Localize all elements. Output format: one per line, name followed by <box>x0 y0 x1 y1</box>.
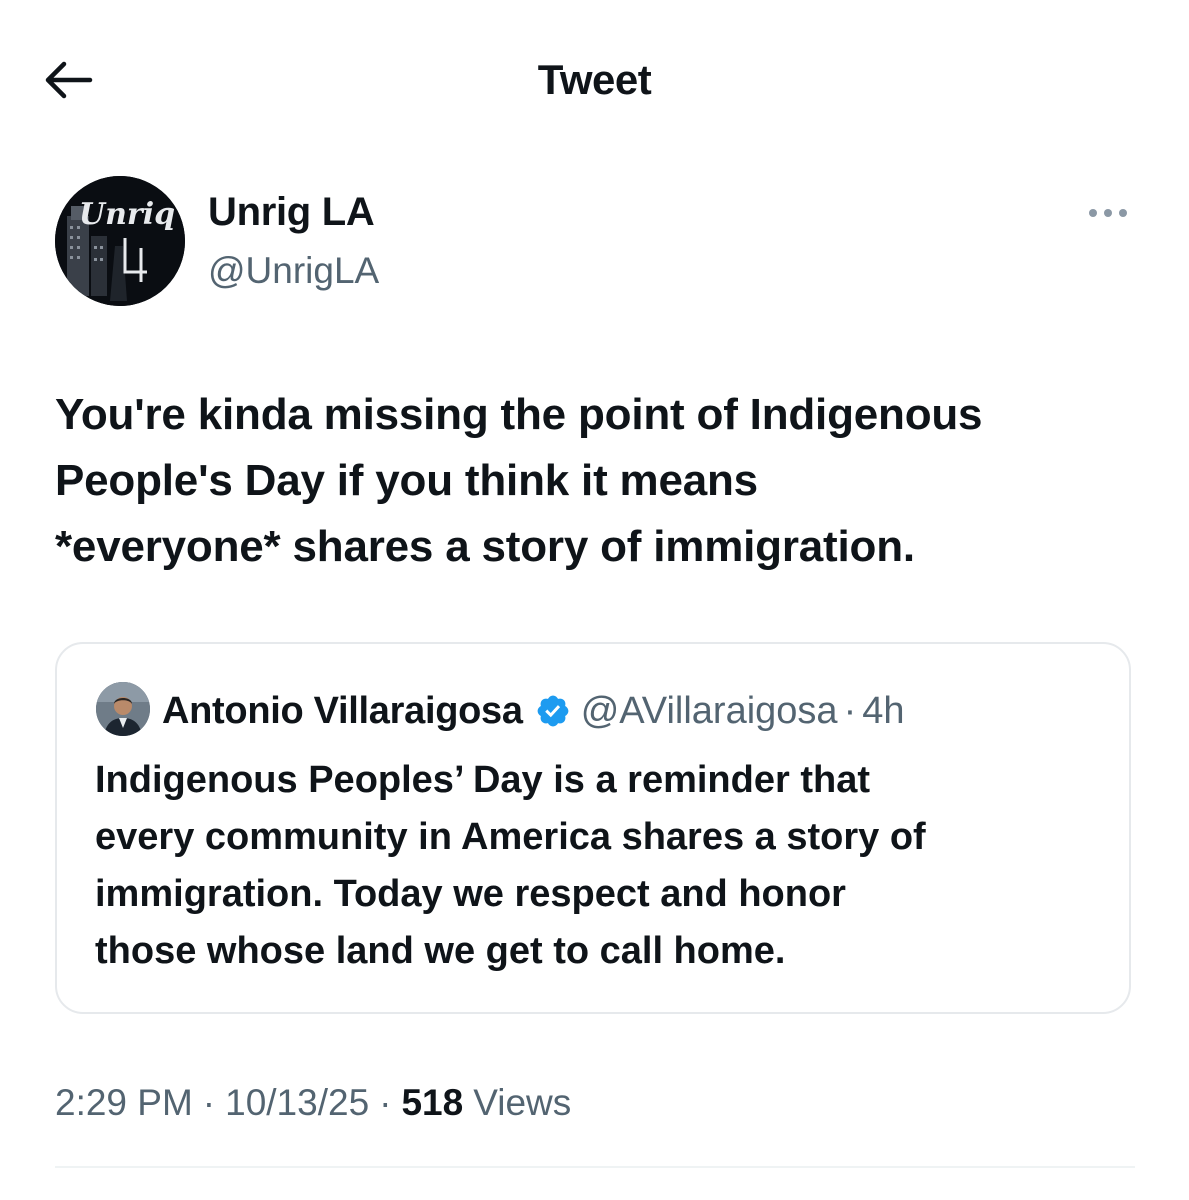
separator-dot: · <box>379 1082 392 1123</box>
quoted-tweet-header: Antonio Villaraigosa @AVillaraigosa · 4h <box>162 684 905 738</box>
person-photo <box>96 682 150 736</box>
page-title: Tweet <box>537 56 652 103</box>
quoted-tweet-avatar[interactable] <box>96 682 150 736</box>
author-name[interactable]: Unrig LA <box>208 190 375 235</box>
quoted-author-name[interactable]: Antonio Villaraigosa <box>162 690 523 733</box>
tweet-time[interactable]: 2:29 PM <box>55 1082 193 1124</box>
more-options-button[interactable] <box>1082 196 1134 232</box>
tweet-text: You're kinda missing the point of Indige… <box>55 382 1145 580</box>
tweet-meta: 2:29 PM · 10/13/25 · 518 Views <box>55 1082 571 1124</box>
unrig-la-logo: Unriq <box>55 176 185 306</box>
verified-badge-icon <box>535 693 571 729</box>
more-horizontal-icon <box>1088 205 1128 223</box>
tweet-date[interactable]: 10/13/25 <box>225 1082 369 1124</box>
author-handle[interactable]: @UnrigLA <box>208 250 379 292</box>
quoted-text-line: immigration. Today we respect and honor <box>95 873 846 915</box>
tweet-text-line: *everyone* shares a story of immigration… <box>55 522 915 571</box>
views-count[interactable]: 518 <box>401 1082 463 1124</box>
quoted-text-line: Indigenous Peoples’ Day is a reminder th… <box>95 759 870 801</box>
separator-dot: · <box>843 689 857 732</box>
avatar[interactable]: Unriq <box>55 176 185 306</box>
tweet-text-line: People's Day if you think it means <box>55 456 758 505</box>
quoted-author-handle[interactable]: @AVillaraigosa <box>581 690 838 733</box>
divider <box>55 1166 1135 1168</box>
separator-dot: · <box>202 1082 216 1123</box>
tweet-text-line: You're kinda missing the point of Indige… <box>55 390 983 439</box>
quoted-text-line: those whose land we get to call home. <box>95 930 786 972</box>
quoted-text-line: every community in America shares a stor… <box>95 816 926 858</box>
quoted-tweet-time[interactable]: 4h <box>862 690 904 733</box>
quoted-tweet-text: Indigenous Peoples’ Day is a reminder th… <box>95 752 1105 980</box>
svg-text:Unriq: Unriq <box>79 197 175 232</box>
views-label[interactable]: Views <box>473 1082 571 1124</box>
